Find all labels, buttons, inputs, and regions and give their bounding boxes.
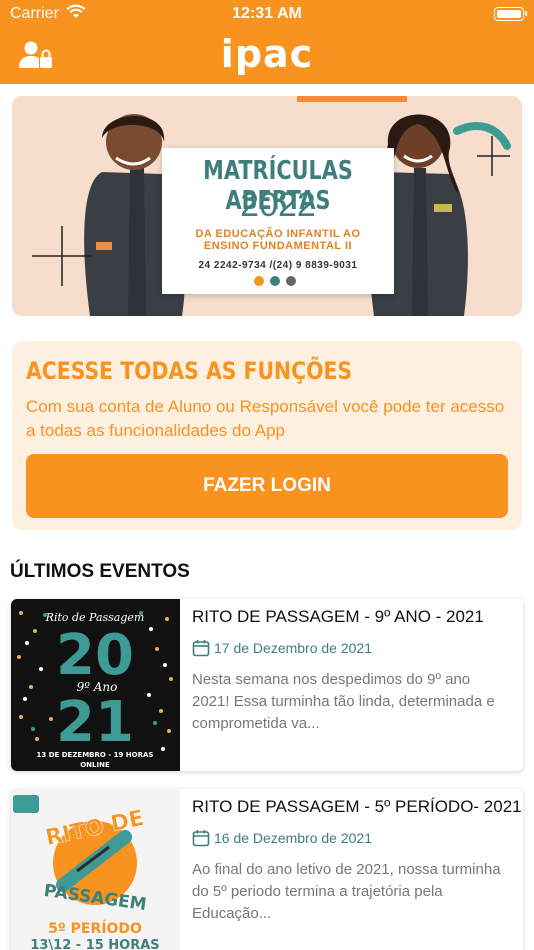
login-button[interactable]: FAZER LOGIN bbox=[26, 454, 508, 518]
banner-board: MATRÍCULAS ABERTAS 2022 DA EDUCAÇÃO INFA… bbox=[162, 148, 394, 294]
event-thumbnail: RITO DE PASSAGEM 5º PERÍODO 13\12 - 15 H… bbox=[11, 789, 180, 950]
carousel-dot-1[interactable] bbox=[254, 276, 264, 286]
event-thumb-year-bottom: 21 bbox=[56, 690, 134, 755]
event-title: RITO DE PASSAGEM - 5º PERÍODO- 2021 bbox=[192, 797, 522, 816]
login-card-title: ACESSE TODAS AS FUNÇÕES bbox=[26, 357, 353, 385]
calendar-icon bbox=[192, 830, 210, 847]
event-card[interactable]: Rito de Passagem 20 9º Ano 21 13 DE DEZE… bbox=[11, 599, 523, 771]
event-title: RITO DE PASSAGEM - 9º ANO - 2021 bbox=[192, 607, 484, 626]
promo-banner[interactable]: MATRÍCULAS ABERTAS 2022 DA EDUCAÇÃO INFA… bbox=[12, 96, 522, 316]
event-thumbnail-art: Rito de Passagem 20 9º Ano 21 13 DE DEZE… bbox=[17, 611, 173, 769]
event-thumb-when: 13\12 - 15 HORAS bbox=[30, 938, 159, 950]
event-thumbnail-art: RITO DE PASSAGEM 5º PERÍODO 13\12 - 15 H… bbox=[13, 795, 160, 950]
brush-stroke-decoration bbox=[453, 122, 511, 176]
event-thumb-footer-2: ONLINE bbox=[80, 761, 110, 769]
ipac-logo-badge bbox=[13, 795, 39, 813]
login-card: ACESSE TODAS AS FUNÇÕES Com sua conta de… bbox=[12, 341, 522, 530]
status-bar: Carrier 12:31 AM bbox=[0, 0, 534, 28]
carousel-dot-3[interactable] bbox=[286, 276, 296, 286]
banner-subtitle-line-1: DA EDUCAÇÃO INFANTIL AO bbox=[195, 228, 361, 240]
login-card-description: Com sua conta de Aluno ou Responsável vo… bbox=[26, 397, 505, 440]
banner-phones: 24 2242-9734 /(24) 9 8839-9031 bbox=[198, 260, 358, 271]
event-date: 17 de Dezembro de 2021 bbox=[214, 640, 372, 656]
app-header: ipac bbox=[0, 28, 534, 84]
banner-accent-stripe bbox=[297, 96, 407, 102]
event-date: 16 de Dezembro de 2021 bbox=[214, 830, 372, 846]
app-logo: ipac bbox=[220, 32, 314, 76]
clock: 12:31 AM bbox=[232, 5, 302, 22]
banner-year: 2022 bbox=[240, 186, 316, 224]
event-description: Nesta semana nos despedimos do 9º ano 20… bbox=[192, 671, 495, 732]
event-thumb-period: 5º PERÍODO bbox=[48, 920, 142, 937]
event-date-row: 16 de Dezembro de 2021 bbox=[192, 827, 372, 849]
sparkle-icon bbox=[32, 226, 92, 286]
banner-subtitle-line-2: ENSINO FUNDAMENTAL II bbox=[203, 240, 353, 252]
event-thumb-year-top: 20 bbox=[56, 623, 134, 688]
events-section-title: ÚLTIMOS EVENTOS bbox=[10, 561, 190, 582]
banner-subtitle: DA EDUCAÇÃO INFANTIL AO ENSINO FUNDAMENT… bbox=[162, 228, 394, 252]
carousel-dot-2[interactable] bbox=[270, 276, 280, 286]
event-description: Ao final do ano letivo de 2021, nossa tu… bbox=[192, 861, 501, 922]
event-card[interactable]: RITO DE PASSAGEM 5º PERÍODO 13\12 - 15 H… bbox=[11, 789, 523, 950]
calendar-icon bbox=[192, 640, 210, 657]
event-thumbnail: Rito de Passagem 20 9º Ano 21 13 DE DEZE… bbox=[11, 599, 180, 771]
battery-icon bbox=[494, 7, 527, 21]
event-thumb-footer-1: 13 DE DEZEMBRO - 19 HORAS bbox=[37, 751, 154, 759]
carousel-dots[interactable] bbox=[254, 276, 296, 286]
event-date-row: 17 de Dezembro de 2021 bbox=[192, 637, 372, 659]
